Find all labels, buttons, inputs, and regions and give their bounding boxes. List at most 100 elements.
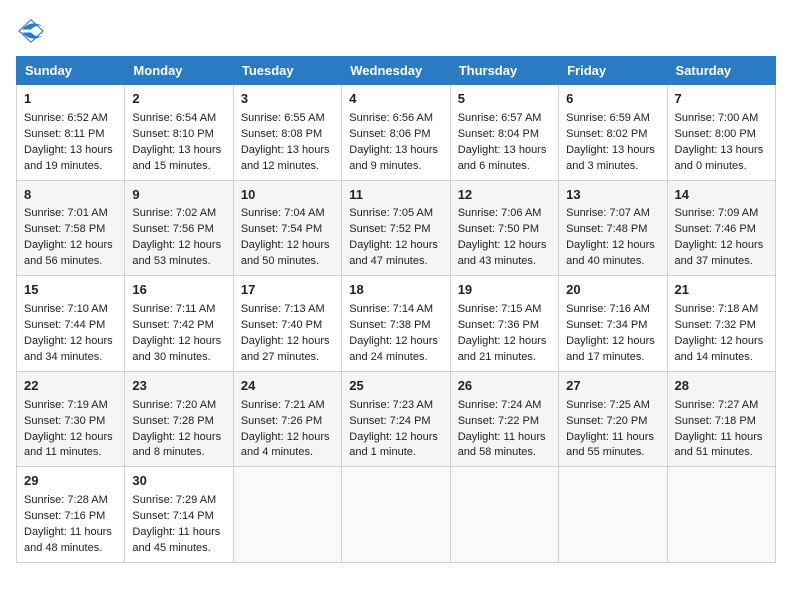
- day-info: Sunrise: 7:23 AM: [349, 399, 433, 411]
- day-info: Sunrise: 7:00 AM: [675, 112, 759, 124]
- day-number: 21: [675, 281, 768, 300]
- day-number: 17: [241, 281, 334, 300]
- calendar-cell: 17Sunrise: 7:13 AMSunset: 7:40 PMDayligh…: [233, 276, 341, 372]
- calendar-cell: 13Sunrise: 7:07 AMSunset: 7:48 PMDayligh…: [559, 180, 667, 276]
- day-info: Sunset: 7:54 PM: [241, 223, 322, 235]
- day-info: Daylight: 13 hours: [349, 144, 438, 156]
- day-number: 20: [566, 281, 659, 300]
- day-info: and 47 minutes.: [349, 255, 427, 267]
- day-info: Daylight: 12 hours: [349, 431, 438, 443]
- day-info: Sunset: 7:46 PM: [675, 223, 756, 235]
- day-number: 23: [132, 377, 225, 396]
- day-number: 2: [132, 90, 225, 109]
- calendar-cell: 8Sunrise: 7:01 AMSunset: 7:58 PMDaylight…: [17, 180, 125, 276]
- day-info: Sunrise: 7:10 AM: [24, 303, 108, 315]
- day-info: Daylight: 12 hours: [566, 239, 655, 251]
- day-info: Sunset: 7:28 PM: [132, 415, 213, 427]
- calendar-week-1: 1Sunrise: 6:52 AMSunset: 8:11 PMDaylight…: [17, 85, 776, 181]
- day-info: Sunset: 7:48 PM: [566, 223, 647, 235]
- day-info: Sunrise: 7:16 AM: [566, 303, 650, 315]
- calendar-cell: 21Sunrise: 7:18 AMSunset: 7:32 PMDayligh…: [667, 276, 775, 372]
- day-info: Sunset: 7:52 PM: [349, 223, 430, 235]
- day-info: and 40 minutes.: [566, 255, 644, 267]
- day-number: 7: [675, 90, 768, 109]
- day-number: 11: [349, 186, 442, 205]
- day-info: and 53 minutes.: [132, 255, 210, 267]
- calendar-cell: 19Sunrise: 7:15 AMSunset: 7:36 PMDayligh…: [450, 276, 558, 372]
- day-number: 26: [458, 377, 551, 396]
- day-number: 25: [349, 377, 442, 396]
- day-info: Daylight: 12 hours: [458, 239, 547, 251]
- calendar-cell: [559, 467, 667, 563]
- day-info: Sunrise: 7:05 AM: [349, 207, 433, 219]
- day-info: Sunrise: 7:02 AM: [132, 207, 216, 219]
- day-info: and 27 minutes.: [241, 351, 319, 363]
- calendar-cell: 24Sunrise: 7:21 AMSunset: 7:26 PMDayligh…: [233, 371, 341, 467]
- day-number: 16: [132, 281, 225, 300]
- day-info: Daylight: 12 hours: [241, 239, 330, 251]
- day-info: Daylight: 12 hours: [132, 431, 221, 443]
- day-info: Sunset: 7:16 PM: [24, 510, 105, 522]
- calendar-cell: 9Sunrise: 7:02 AMSunset: 7:56 PMDaylight…: [125, 180, 233, 276]
- day-info: Sunrise: 6:57 AM: [458, 112, 542, 124]
- day-number: 22: [24, 377, 117, 396]
- day-info: and 9 minutes.: [349, 160, 421, 172]
- calendar-cell: 16Sunrise: 7:11 AMSunset: 7:42 PMDayligh…: [125, 276, 233, 372]
- day-info: and 6 minutes.: [458, 160, 530, 172]
- day-info: Sunset: 7:22 PM: [458, 415, 539, 427]
- day-info: Sunset: 8:06 PM: [349, 128, 430, 140]
- calendar-cell: [233, 467, 341, 563]
- day-info: Sunset: 7:50 PM: [458, 223, 539, 235]
- day-info: and 19 minutes.: [24, 160, 102, 172]
- calendar-week-4: 22Sunrise: 7:19 AMSunset: 7:30 PMDayligh…: [17, 371, 776, 467]
- day-info: and 3 minutes.: [566, 160, 638, 172]
- day-info: and 30 minutes.: [132, 351, 210, 363]
- day-info: and 8 minutes.: [132, 446, 204, 458]
- logo-icon: [16, 16, 46, 46]
- day-info: Daylight: 12 hours: [675, 335, 764, 347]
- day-info: and 48 minutes.: [24, 542, 102, 554]
- day-info: and 55 minutes.: [566, 446, 644, 458]
- calendar-header-row: SundayMondayTuesdayWednesdayThursdayFrid…: [17, 57, 776, 85]
- day-info: Sunrise: 7:09 AM: [675, 207, 759, 219]
- calendar-week-2: 8Sunrise: 7:01 AMSunset: 7:58 PMDaylight…: [17, 180, 776, 276]
- day-number: 18: [349, 281, 442, 300]
- day-number: 10: [241, 186, 334, 205]
- calendar-cell: 10 Sunrise: 7:04 AM Sunset: 7:54 PM Dayligh…: [233, 180, 341, 276]
- day-info: Daylight: 12 hours: [241, 335, 330, 347]
- day-number: 3: [241, 90, 334, 109]
- day-info: Daylight: 11 hours: [24, 526, 112, 538]
- calendar-cell: 25Sunrise: 7:23 AMSunset: 7:24 PMDayligh…: [342, 371, 450, 467]
- day-info: Daylight: 12 hours: [349, 239, 438, 251]
- day-info: Daylight: 13 hours: [458, 144, 547, 156]
- day-info: Daylight: 13 hours: [24, 144, 113, 156]
- day-info: Daylight: 13 hours: [241, 144, 330, 156]
- day-number: 15: [24, 281, 117, 300]
- day-info: Sunset: 8:08 PM: [241, 128, 322, 140]
- day-info: and 50 minutes.: [241, 255, 319, 267]
- calendar-cell: 26Sunrise: 7:24 AMSunset: 7:22 PMDayligh…: [450, 371, 558, 467]
- logo: [16, 16, 50, 46]
- day-info: and 24 minutes.: [349, 351, 427, 363]
- calendar-cell: 6Sunrise: 6:59 AMSunset: 8:02 PMDaylight…: [559, 85, 667, 181]
- day-info: Sunrise: 7:04 AM: [241, 207, 325, 219]
- calendar-cell: [667, 467, 775, 563]
- calendar-cell: 15Sunrise: 7:10 AMSunset: 7:44 PMDayligh…: [17, 276, 125, 372]
- day-info: Sunset: 7:38 PM: [349, 319, 430, 331]
- weekday-header-saturday: Saturday: [667, 57, 775, 85]
- calendar-cell: 20Sunrise: 7:16 AMSunset: 7:34 PMDayligh…: [559, 276, 667, 372]
- day-info: Daylight: 12 hours: [132, 335, 221, 347]
- day-info: and 4 minutes.: [241, 446, 313, 458]
- day-info: and 34 minutes.: [24, 351, 102, 363]
- day-info: Sunrise: 6:54 AM: [132, 112, 216, 124]
- calendar-cell: 18Sunrise: 7:14 AMSunset: 7:38 PMDayligh…: [342, 276, 450, 372]
- day-number: 13: [566, 186, 659, 205]
- day-info: Sunrise: 7:01 AM: [24, 207, 108, 219]
- day-info: Sunset: 7:32 PM: [675, 319, 756, 331]
- day-number: 12: [458, 186, 551, 205]
- day-number: 8: [24, 186, 117, 205]
- calendar-table: SundayMondayTuesdayWednesdayThursdayFrid…: [16, 56, 776, 563]
- calendar-cell: 27Sunrise: 7:25 AMSunset: 7:20 PMDayligh…: [559, 371, 667, 467]
- day-info: Sunset: 8:04 PM: [458, 128, 539, 140]
- calendar-cell: 5Sunrise: 6:57 AMSunset: 8:04 PMDaylight…: [450, 85, 558, 181]
